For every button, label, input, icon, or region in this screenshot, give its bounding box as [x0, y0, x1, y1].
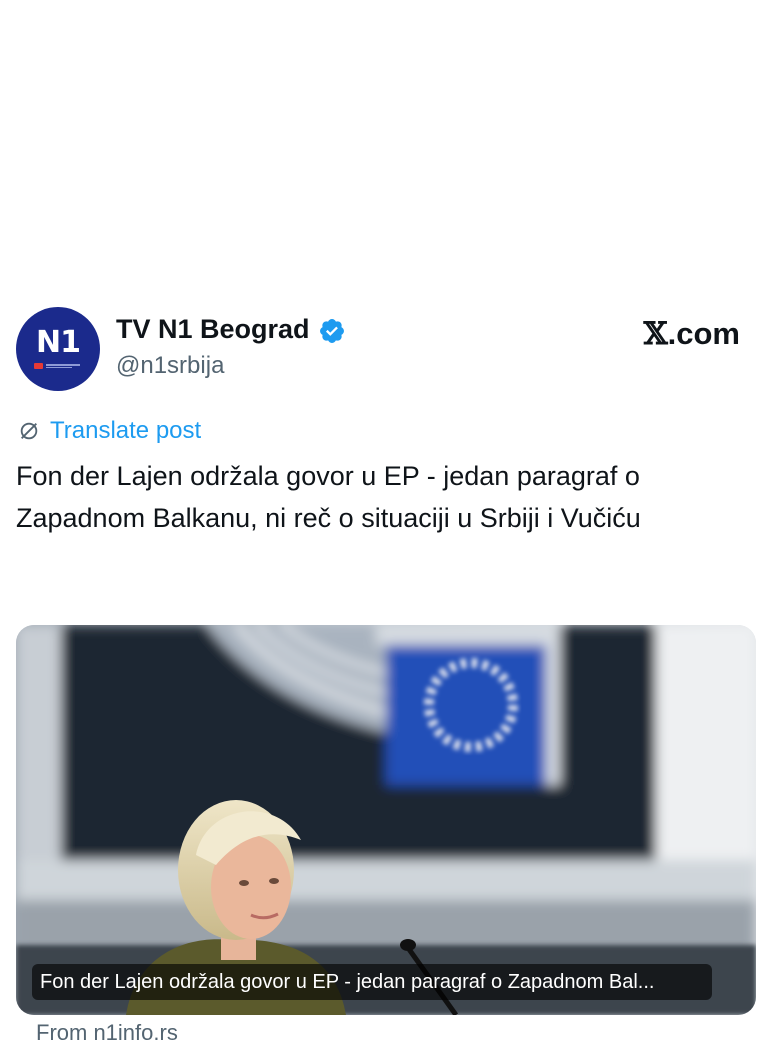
display-name[interactable]: TV N1 Beograd: [116, 314, 310, 345]
user-handle[interactable]: @n1srbija: [116, 352, 224, 380]
translate-post-link[interactable]: Translate post: [18, 416, 201, 446]
post-text: Fon der Lajen održala govor u EP - jedan…: [16, 461, 641, 533]
article-photo: [16, 625, 756, 1015]
x-logo-icon: 𝕏: [643, 316, 668, 352]
translate-post-label: Translate post: [50, 417, 202, 444]
link-card-image[interactable]: [16, 625, 756, 1015]
avatar-logo-sub: [34, 363, 84, 369]
verified-badge-icon: [320, 319, 344, 343]
x-com-badge[interactable]: 𝕏.com: [644, 316, 740, 352]
tweet-card[interactable]: N1 TV N1 Beograd @n1srbija 𝕏.com Transla…: [0, 0, 770, 1045]
avatar[interactable]: N1: [16, 307, 100, 391]
x-com-text: .com: [667, 316, 740, 351]
avatar-logo: N1: [36, 325, 81, 360]
link-card-source[interactable]: From n1info.rs: [36, 1020, 178, 1046]
link-card-caption: Fon der Lajen održala govor u EP - jedan…: [32, 964, 712, 1000]
globe-slash-icon: [20, 422, 38, 440]
